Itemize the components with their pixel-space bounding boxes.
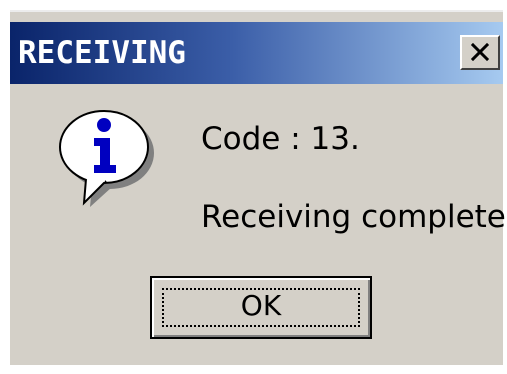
message-dialog: RECEIVING Code : 13. Receiving complete.… [10,10,507,365]
title-bar[interactable]: RECEIVING [10,22,503,84]
window-title: RECEIVING [18,35,186,71]
close-icon [471,43,489,61]
ok-button-label: OK [240,289,282,322]
information-icon [59,110,154,207]
message-status-text: Receiving complete. [201,199,507,235]
ok-button[interactable]: OK [150,276,372,339]
close-button[interactable] [460,35,500,70]
message-code-text: Code : 13. [201,121,360,157]
